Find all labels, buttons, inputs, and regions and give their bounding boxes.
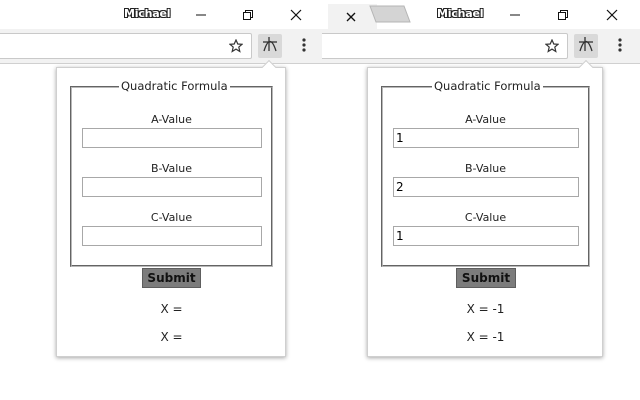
minimize-icon <box>196 10 206 20</box>
extension-popup: Quadratic Formula A-Value B-Value C-Valu… <box>367 59 603 357</box>
restore-button[interactable] <box>548 0 578 29</box>
form-legend: Quadratic Formula <box>432 79 543 93</box>
result-root-1: X = <box>160 302 183 316</box>
quadratic-form: Quadratic Formula A-Value B-Value C-Valu… <box>70 79 273 267</box>
submit-button[interactable]: Submit <box>456 268 516 288</box>
restore-button[interactable] <box>233 0 263 29</box>
right-browser-window: Michael Quadratic Formula A-Value 1 B-Va… <box>322 0 640 400</box>
result-root-2: X = -1 <box>466 330 505 344</box>
b-value-input[interactable] <box>393 177 579 197</box>
address-bar[interactable] <box>322 33 568 59</box>
new-tab-button[interactable] <box>322 0 432 30</box>
toolbar <box>322 29 640 64</box>
form-legend: Quadratic Formula <box>119 79 230 93</box>
c-value-label: C-Value <box>150 211 193 224</box>
quadratic-form: Quadratic Formula A-Value B-Value C-Valu… <box>381 79 590 267</box>
close-window-button[interactable] <box>281 0 311 29</box>
a-value-input[interactable] <box>82 128 262 148</box>
chrome-menu-button[interactable] <box>292 34 316 58</box>
profile-name[interactable]: Michael <box>124 7 171 20</box>
close-icon <box>290 9 302 21</box>
extension-popup: Quadratic Formula A-Value B-Value C-Valu… <box>56 59 286 357</box>
a-value-input[interactable] <box>393 128 579 148</box>
kebab-menu-icon <box>618 37 622 56</box>
title-bar: Michael <box>0 0 322 29</box>
close-icon <box>606 9 618 21</box>
minimize-button[interactable] <box>500 0 530 29</box>
kebab-menu-icon <box>302 37 306 56</box>
result-root-2: X = <box>160 330 183 344</box>
address-bar[interactable] <box>0 33 252 59</box>
minimize-icon <box>510 10 520 20</box>
b-value-label: B-Value <box>150 162 193 175</box>
c-value-label: C-Value <box>464 211 507 224</box>
c-value-input[interactable] <box>393 226 579 246</box>
b-value-input[interactable] <box>82 177 262 197</box>
c-value-input[interactable] <box>82 226 262 246</box>
minimize-button[interactable] <box>186 0 216 29</box>
title-bar: Michael <box>322 0 640 29</box>
a-value-label: A-Value <box>465 113 506 126</box>
a-value-label: A-Value <box>151 113 192 126</box>
toolbar <box>0 29 322 64</box>
star-icon[interactable] <box>540 34 564 58</box>
quadratic-extension-button[interactable] <box>574 34 598 58</box>
result-root-1: X = -1 <box>466 302 505 316</box>
close-window-button[interactable] <box>597 0 627 29</box>
star-icon[interactable] <box>224 34 248 58</box>
chrome-menu-button[interactable] <box>608 34 632 58</box>
quadratic-extension-icon <box>577 36 595 56</box>
b-value-label: B-Value <box>464 162 507 175</box>
profile-name[interactable]: Michael <box>437 7 484 20</box>
left-browser-window: Michael Quadratic Formula A-Value B-Valu… <box>0 0 322 400</box>
restore-icon <box>243 9 253 20</box>
quadratic-extension-button[interactable] <box>258 34 282 58</box>
quadratic-extension-icon <box>261 36 279 56</box>
submit-button[interactable]: Submit <box>142 268 201 288</box>
restore-icon <box>558 9 568 20</box>
